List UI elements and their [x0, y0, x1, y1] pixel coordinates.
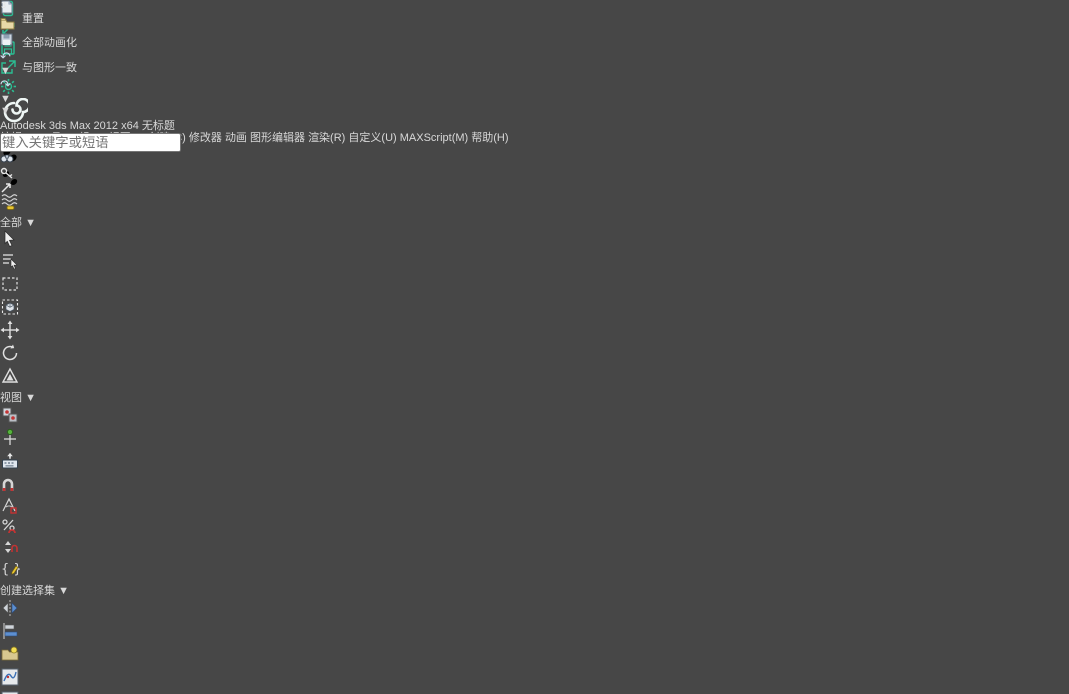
layer-manager-button[interactable]: [0, 644, 1069, 667]
select-and-scale-button[interactable]: [0, 366, 1069, 389]
dropdown-arrow-icon[interactable]: ▼: [25, 392, 36, 404]
infocenter-search[interactable]: [0, 133, 1069, 152]
use-pivot-point-button[interactable]: [0, 405, 1069, 428]
spinner-snap-toggle-button[interactable]: [0, 538, 1069, 559]
communication-center-icon[interactable]: [0, 182, 1069, 197]
undo-icon: ↶: [0, 49, 11, 64]
undo-dropdown-caret[interactable]: ▼: [0, 65, 1069, 77]
reference-coordinate-dropdown[interactable]: 视图 ▼: [0, 389, 1069, 405]
named-selection-set-dropdown[interactable]: 创建选择集 ▼: [0, 582, 1069, 598]
app-title: Autodesk 3ds Max 2012 x64: [0, 120, 139, 132]
conform-to-shape-button[interactable]: 与图形一致: [22, 59, 116, 75]
select-by-name-button[interactable]: [0, 251, 1069, 274]
keyboard-shortcut-override-toggle[interactable]: [0, 451, 1069, 474]
undo-button[interactable]: ↶: [0, 49, 1069, 65]
quick-access-toolbar: ↶ ▼ ↷ ▼ ▼: [0, 0, 1069, 117]
redo-icon: ↷: [0, 77, 11, 92]
reset-button[interactable]: 重置: [22, 10, 116, 26]
window-crossing-toggle[interactable]: [0, 297, 1069, 320]
search-input[interactable]: [0, 133, 181, 152]
select-and-rotate-button[interactable]: [0, 343, 1069, 366]
edit-named-selection-sets-button[interactable]: { }: [0, 559, 1069, 582]
angle-snap-toggle-button[interactable]: [0, 496, 1069, 517]
new-scene-button[interactable]: [0, 0, 1069, 17]
document-title: 无标题: [142, 120, 175, 132]
animate-all-button[interactable]: 全部动画化: [22, 34, 116, 50]
open-file-button[interactable]: [0, 17, 1069, 33]
select-and-manipulate-button[interactable]: [0, 428, 1069, 451]
percent-snap-toggle-button[interactable]: [0, 517, 1069, 538]
subscription-key-icon[interactable]: [0, 167, 1069, 182]
app-window: { "titlebar": { "app_title": "Autodesk 3…: [0, 0, 1069, 694]
align-button[interactable]: [0, 621, 1069, 644]
curve-editor-button[interactable]: [0, 667, 1069, 690]
select-object-button[interactable]: [0, 230, 1069, 251]
rectangular-selection-region-button[interactable]: [0, 274, 1069, 297]
save-file-button[interactable]: [0, 33, 1069, 49]
redo-button[interactable]: ↷: [0, 77, 1069, 93]
main-toolbar: 全部 ▼ 视图 ▼ 3: [0, 145, 1069, 694]
mirror-button[interactable]: [0, 598, 1069, 621]
snaps-toggle-button[interactable]: 3: [0, 474, 1069, 496]
selection-filter-dropdown[interactable]: 全部 ▼: [0, 214, 1069, 230]
schematic-view-button[interactable]: [0, 690, 1069, 694]
dropdown-arrow-icon[interactable]: ▼: [58, 585, 69, 597]
select-and-move-button[interactable]: [0, 320, 1069, 343]
redo-dropdown-caret[interactable]: ▼: [0, 93, 1069, 105]
search-binoculars-icon[interactable]: [0, 152, 1069, 167]
title-bar: ↶ ▼ ↷ ▼ ▼ Autodesk 3ds Max 2012 x64 无标题: [0, 0, 1069, 18]
svg-text:{ }: { }: [1, 562, 20, 577]
toolbar-options-caret[interactable]: ▼: [0, 105, 1069, 117]
dropdown-arrow-icon[interactable]: ▼: [25, 217, 36, 229]
infocenter-icons: [0, 152, 1069, 197]
